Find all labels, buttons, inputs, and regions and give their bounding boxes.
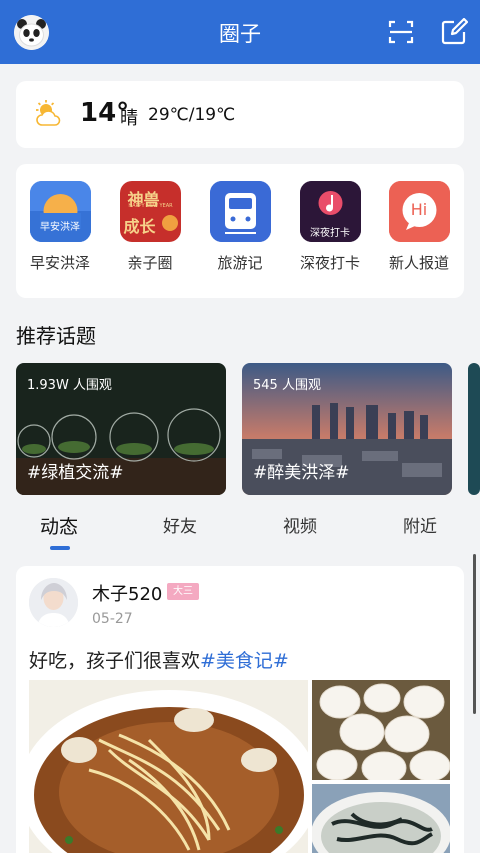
scan-icon[interactable] (387, 18, 415, 46)
temperature-range: 29℃/19℃ (148, 105, 236, 125)
app-label: 新人报道 (388, 254, 449, 272)
post-hashtag[interactable]: #美食记# (200, 650, 289, 672)
user-photo-icon (29, 578, 78, 627)
app-zaoan-hongze[interactable]: 早安洪泽 早安洪泽 (16, 181, 104, 273)
app-icon-caption: HAPPY NEW YEAR (128, 203, 173, 209)
app-icon-caption: 早安洪泽 (40, 222, 80, 233)
weather-card[interactable]: 14° 晴 29℃/19℃ (16, 81, 464, 148)
app-xinren-baodao[interactable]: Hi 新人报道 (375, 181, 463, 273)
topic-view-count: 545 人围观 (253, 378, 321, 393)
shortcut-grid: 早安洪泽 早安洪泽 神兽 HAPPY NEW YEAR 成长 亲子圈 旅游记 深… (16, 164, 464, 298)
app-icon-caption: 成长 (123, 217, 156, 236)
app-label: 深夜打卡 (299, 254, 360, 272)
partly-cloudy-icon (36, 100, 61, 126)
post-image[interactable] (312, 680, 450, 780)
post-avatar[interactable] (29, 578, 78, 627)
train-icon (209, 181, 271, 242)
app-lvyou-ji[interactable]: 旅游记 (196, 181, 284, 273)
weather-condition: 晴 (120, 108, 138, 129)
app-icon-caption: Hi (410, 200, 428, 219)
topic-tag: #绿植交流# (27, 463, 124, 483)
post-body: 好吃，孩子们很喜欢 (29, 650, 201, 672)
topic-card-peek[interactable] (468, 363, 480, 495)
edit-icon[interactable] (440, 18, 468, 46)
post-image[interactable] (312, 784, 450, 853)
app-qinzi-quan[interactable]: 神兽 HAPPY NEW YEAR 成长 亲子圈 (106, 181, 194, 273)
app-label: 早安洪泽 (29, 254, 90, 272)
topic-tag: #醉美洪泽# (253, 463, 350, 483)
app-shenye-daka[interactable]: 深夜打卡 深夜打卡 (286, 181, 374, 273)
grade-badge: 大三 (167, 583, 199, 600)
topic-view-count: 1.93W 人围观 (27, 378, 112, 393)
post-card[interactable]: 木子520 大三 05-27 好吃，孩子们很喜欢#美食记# (16, 566, 464, 853)
tab-haoyou[interactable]: 好友 (163, 512, 197, 537)
app-icon-caption: 深夜打卡 (310, 228, 350, 239)
app-label: 旅游记 (217, 254, 263, 272)
post-date: 05-27 (92, 611, 133, 627)
scrollbar[interactable] (473, 554, 476, 714)
parent-child-icon: 神兽 HAPPY NEW YEAR 成长 (119, 181, 181, 242)
topic-card[interactable]: 1.93W 人围观 #绿植交流# (16, 363, 226, 495)
hi-chat-icon: Hi (388, 181, 450, 242)
post-username[interactable]: 木子520 (92, 580, 162, 606)
app-label: 亲子圈 (127, 254, 173, 272)
recommended-topics-title: 推荐话题 (16, 324, 96, 348)
top-bar: 圈子 (0, 0, 480, 64)
post-image[interactable] (29, 680, 308, 853)
sunrise-icon: 早安洪泽 (29, 181, 91, 242)
active-tab-indicator (50, 546, 70, 550)
topic-card[interactable]: 545 人围观 #醉美洪泽# (242, 363, 452, 495)
tab-dongtai[interactable]: 动态 (40, 512, 78, 539)
tab-shipin[interactable]: 视频 (283, 512, 317, 537)
music-icon: 深夜打卡 (299, 181, 361, 242)
post-text: 好吃，孩子们很喜欢#美食记# (29, 646, 289, 673)
tab-fujin[interactable]: 附近 (403, 512, 437, 537)
